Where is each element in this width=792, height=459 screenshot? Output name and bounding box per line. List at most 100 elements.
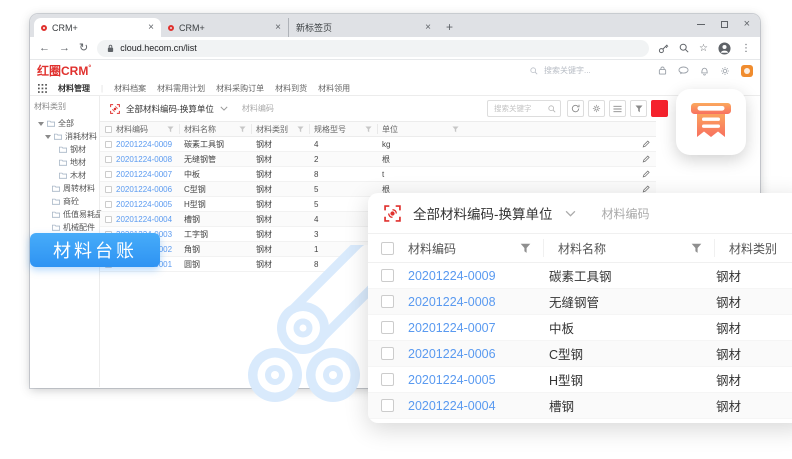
caret-down-icon[interactable] [45,135,51,139]
column-header[interactable]: 材料类别 [715,239,792,257]
row-checkbox[interactable] [105,201,112,208]
cell-material-code[interactable]: 20201224-0008 [112,155,180,164]
row-checkbox[interactable] [381,269,394,282]
toolbar-search[interactable] [487,100,561,117]
message-icon[interactable] [678,66,689,75]
tree-node[interactable]: 低值易耗品 [34,208,99,221]
tree-node[interactable]: 木材 [34,169,99,182]
filter-button[interactable] [630,100,647,117]
tree-node[interactable]: 消耗材料 [34,130,99,143]
tree-node[interactable]: 周转材料 [34,182,99,195]
overlay-view-title[interactable]: 全部材料编码-换算单位 [413,203,553,223]
table-row[interactable]: 20201224-0008无缝钢管钢材 [368,289,792,315]
column-header[interactable]: 材料编码 [394,239,544,257]
lock-status-icon[interactable] [658,66,667,75]
user-avatar[interactable] [741,65,753,77]
bookmark-star-icon[interactable]: ☆ [699,43,708,54]
column-header[interactable]: 材料名称 [180,124,252,134]
table-row[interactable]: 20201224-0009碳素工具钢钢材 [368,263,792,289]
filter-icon-wrap[interactable] [520,243,531,254]
app-header-search[interactable] [530,65,612,76]
row-checkbox[interactable] [381,399,394,412]
primary-action-button[interactable] [651,100,668,117]
tree-node[interactable]: 地材 [34,156,99,169]
row-checkbox[interactable] [381,373,394,386]
gear-icon[interactable] [720,66,730,76]
chevron-down-icon[interactable] [565,210,576,217]
tree-node[interactable]: 商砼 [34,195,99,208]
tab-close-icon[interactable]: × [148,22,154,33]
table-row[interactable]: 20201224-0007中板钢材8t [100,167,656,182]
minimize-button[interactable] [697,24,705,25]
columns-button[interactable] [609,100,626,117]
browser-menu-icon[interactable]: ⋮ [741,43,751,54]
table-row[interactable]: 20201224-0008无缝钢管钢材2根 [100,152,656,167]
cell-material-code[interactable]: 20201224-0009 [394,269,531,283]
row-checkbox[interactable] [105,156,112,163]
new-tab-button[interactable]: + [446,21,453,33]
row-checkbox[interactable] [105,171,112,178]
select-all-checkbox[interactable] [105,126,112,133]
cell-material-code[interactable]: 20201224-0009 [112,140,180,149]
browser-tab[interactable]: CRM+× [34,18,161,37]
nav-item[interactable]: 材料档案 [114,83,146,94]
row-checkbox[interactable] [381,321,394,334]
column-header[interactable]: 材料编码 [112,124,180,134]
reload-button[interactable]: ↻ [79,43,88,54]
column-header[interactable]: 规格型号 [310,124,378,134]
cell-material-code[interactable]: 20201224-0006 [394,347,531,361]
filter-icon-wrap[interactable] [297,126,304,133]
edit-pencil-icon[interactable] [642,185,650,193]
toolbar-search-input[interactable] [492,103,546,114]
table-row[interactable]: 20201224-0009碳素工具钢钢材4kg [100,137,656,152]
url-bar[interactable]: cloud.hecom.cn/list [97,40,649,57]
column-header[interactable]: 材料类别 [252,124,310,134]
row-checkbox[interactable] [105,141,112,148]
table-row[interactable]: 20201224-0005H型钢钢材 [368,367,792,393]
cell-material-code[interactable]: 20201224-0007 [394,321,531,335]
tree-node[interactable]: 钢材 [34,143,99,156]
tree-node[interactable]: 全部 [34,117,99,130]
edit-button[interactable] [642,185,656,193]
bell-icon[interactable] [700,66,709,76]
filter-icon-wrap[interactable] [691,243,702,254]
edit-button[interactable] [642,155,656,163]
nav-item[interactable]: 材料采购订单 [216,83,264,94]
zoom-icon[interactable] [679,43,689,53]
filter-icon[interactable] [520,243,531,254]
edit-pencil-icon[interactable] [642,155,650,163]
nav-item-material-management[interactable]: 材料管理 [58,83,90,94]
window-close-button[interactable]: × [744,19,750,30]
cell-material-code[interactable]: 20201224-0005 [112,200,180,209]
back-button[interactable]: ← [39,43,50,54]
cell-material-code[interactable]: 20201224-0005 [394,373,531,387]
column-header[interactable]: 单位 [378,124,464,134]
profile-avatar-icon[interactable] [718,42,731,55]
table-row[interactable]: 20201224-0004槽钢钢材 [368,393,792,419]
app-search-input[interactable] [542,65,612,76]
browser-tab[interactable]: 新标签页× [288,18,438,37]
filter-icon[interactable] [297,126,304,133]
settings-button[interactable] [588,100,605,117]
filter-icon[interactable] [167,126,174,133]
select-all-checkbox[interactable] [381,242,394,255]
edit-pencil-icon[interactable] [642,170,650,178]
row-checkbox[interactable] [105,186,112,193]
tab-close-icon[interactable]: × [275,22,281,33]
filter-icon-wrap[interactable] [239,126,246,133]
table-row[interactable]: 20201224-0006C型钢钢材 [368,341,792,367]
cell-material-code[interactable]: 20201224-0004 [394,399,531,413]
refresh-button[interactable] [567,100,584,117]
cell-material-code[interactable]: 20201224-0008 [394,295,531,309]
filter-icon[interactable] [365,126,372,133]
chevron-down-icon[interactable] [220,106,228,111]
filter-icon-wrap[interactable] [452,126,459,133]
filter-icon[interactable] [452,126,459,133]
edit-pencil-icon[interactable] [642,140,650,148]
apps-grid-icon[interactable] [38,84,47,93]
nav-item[interactable]: 材料需用计划 [157,83,205,94]
row-checkbox[interactable] [105,216,112,223]
key-icon[interactable] [658,43,669,54]
tab-close-icon[interactable]: × [425,22,431,33]
edit-button[interactable] [642,170,656,178]
